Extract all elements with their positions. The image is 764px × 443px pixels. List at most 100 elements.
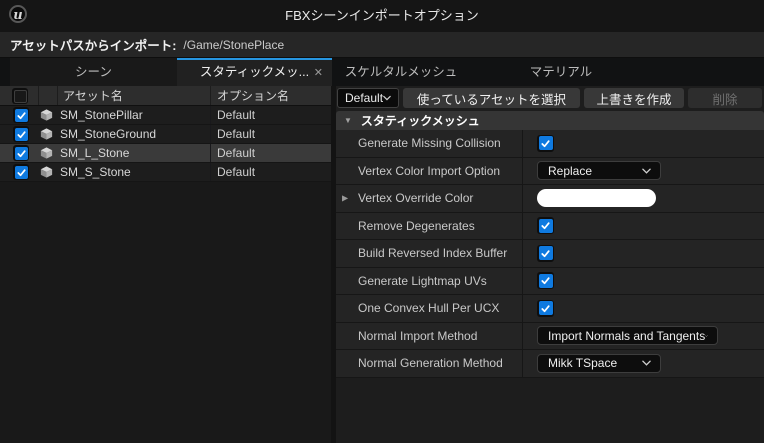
expand-arrow-icon[interactable]: ▶ (342, 194, 348, 203)
import-path-label: アセットパスからインポート: (10, 39, 177, 53)
asset-checkbox[interactable] (13, 145, 29, 161)
unreal-engine-logo-icon: u (9, 5, 27, 23)
options-profile-dropdown-value: Default (345, 91, 384, 105)
asset-name: SM_L_Stone (60, 146, 130, 160)
column-header-option-name[interactable]: オプション名 (217, 86, 289, 106)
property-label: Vertex Color Import Option (358, 163, 501, 178)
asset-option-name: Default (217, 108, 256, 122)
asset-table-body: SM_StonePillar Default SM_StoneGround Defau… (0, 106, 331, 182)
column-header-asset-name[interactable]: アセット名 (63, 86, 123, 106)
one-convex-hull-per-ucx-checkbox[interactable] (537, 299, 554, 317)
property-row-normal-import-method: Normal Import Method Import Normals and T… (336, 322, 764, 350)
property-label-cell: Generate Lightmap UVs (336, 267, 523, 294)
property-label: Normal Import Method (358, 328, 478, 343)
static-mesh-icon (39, 165, 54, 184)
property-row-vertex-color-import-option: Vertex Color Import Option Replace (336, 157, 764, 185)
header-divider (57, 86, 58, 105)
asset-row[interactable]: SM_S_Stone Default (0, 163, 331, 182)
property-label-cell: Generate Missing Collision (336, 130, 523, 157)
asset-row[interactable]: SM_StonePillar Default (0, 106, 331, 125)
property-label-cell: Normal Import Method (336, 322, 523, 349)
generate-missing-collision-checkbox[interactable] (537, 134, 554, 152)
asset-checkbox[interactable] (13, 126, 29, 142)
asset-row[interactable]: SM_L_Stone Default (0, 144, 331, 163)
asset-name: SM_StonePillar (60, 108, 143, 122)
asset-option-name: Default (217, 127, 256, 141)
property-row-build-reversed-index-buffer: Build Reversed Index Buffer (336, 240, 764, 268)
generate-lightmap-uvs-checkbox[interactable] (537, 272, 554, 290)
property-label: Vertex Override Color (358, 191, 474, 206)
asset-name: SM_StoneGround (60, 127, 157, 141)
tab-skeletal-meshes[interactable]: スケルタルメッシュ (336, 58, 466, 86)
one-convex-hull-per-ucx-checkbox-box (538, 301, 553, 316)
title-bar: u FBXシーンインポートオプション (0, 0, 764, 32)
normal-import-method-dropdown[interactable]: Import Normals and Tangents (537, 326, 718, 346)
asset-checkbox[interactable] (13, 164, 29, 180)
select-all-checkbox-box (13, 89, 27, 103)
create-override-button[interactable]: 上書きを作成 (584, 88, 684, 108)
property-label: Generate Lightmap UVs (358, 273, 487, 288)
property-row-remove-degenerates: Remove Degenerates (336, 212, 764, 240)
generate-missing-collision-checkbox-box (538, 136, 553, 151)
vertex-color-import-option-dropdown[interactable]: Replace (537, 161, 661, 181)
delete-button: 削除 (688, 88, 762, 108)
static-mesh-section-header[interactable]: ▼ スタティックメッシュ (336, 111, 764, 130)
property-value-cell (523, 268, 764, 295)
asset-row[interactable]: SM_StoneGround Default (0, 125, 331, 144)
asset-checkbox-box (14, 165, 28, 179)
header-divider (210, 86, 211, 105)
property-label-cell: Build Reversed Index Buffer (336, 240, 523, 267)
property-label: One Convex Hull Per UCX (358, 301, 500, 316)
import-path-bar: アセットパスからインポート: /Game/StonePlace (0, 32, 764, 58)
collapse-arrow-icon[interactable]: ▼ (344, 116, 352, 125)
property-row-one-convex-hull-per-ucx: One Convex Hull Per UCX (336, 295, 764, 323)
property-row-generate-missing-collision: Generate Missing Collision (336, 130, 764, 158)
asset-name: SM_S_Stone (60, 165, 131, 179)
header-divider (38, 86, 39, 105)
column-divider (210, 106, 211, 124)
asset-table-header: アセット名 オプション名 (0, 86, 331, 106)
section-title: スタティックメッシュ (360, 114, 480, 128)
remove-degenerates-checkbox-box (538, 218, 553, 233)
property-label-cell: ▶ Vertex Override Color (336, 185, 523, 212)
property-label: Normal Generation Method (358, 356, 503, 371)
chevron-down-icon (642, 360, 651, 367)
property-value-cell: Replace (523, 158, 764, 185)
build-reversed-index-buffer-checkbox[interactable] (537, 244, 554, 262)
property-row-generate-lightmap-uvs: Generate Lightmap UVs (336, 267, 764, 295)
property-label: Generate Missing Collision (358, 136, 501, 151)
remove-degenerates-checkbox[interactable] (537, 217, 554, 235)
property-row-normal-generation-method: Normal Generation Method Mikk TSpace (336, 350, 764, 378)
tab-static-meshes[interactable]: スタティックメッ... ✕ (177, 58, 332, 86)
window-title: FBXシーンインポートオプション (285, 8, 479, 23)
tab-scene[interactable]: シーン (10, 58, 177, 86)
property-value-cell: Mikk TSpace (523, 350, 764, 377)
property-list: Generate Missing Collision Vertex Color I… (336, 130, 764, 378)
details-toolbar: Default 使っているアセットを選択 上書きを作成 削除 (337, 88, 762, 108)
select-all-checkbox[interactable] (12, 88, 28, 104)
options-profile-dropdown[interactable]: Default (337, 88, 399, 108)
property-value-cell (523, 213, 764, 240)
asset-checkbox-box (14, 127, 28, 141)
vertex-override-color-color-swatch[interactable] (537, 189, 656, 208)
asset-table-panel: アセット名 オプション名 SM_StonePillar Default SM_Sto… (0, 86, 331, 443)
asset-checkbox-box (14, 108, 28, 122)
property-value-cell (523, 130, 764, 157)
close-tab-icon[interactable]: ✕ (314, 61, 323, 86)
property-label-cell: One Convex Hull Per UCX (336, 295, 523, 322)
property-value-cell (523, 295, 764, 322)
property-value-cell: Import Normals and Tangents (523, 323, 764, 350)
normal-generation-method-dropdown[interactable]: Mikk TSpace (537, 353, 661, 373)
asset-checkbox[interactable] (13, 107, 29, 123)
select-used-assets-button[interactable]: 使っているアセットを選択 (403, 88, 580, 108)
tab-materials[interactable]: マテリアル (466, 58, 656, 86)
normal-import-method-dropdown-value: Import Normals and Tangents (548, 328, 706, 343)
tab-bar: シーン スタティックメッ... ✕ スケルタルメッシュ マテリアル (0, 58, 764, 86)
column-divider (210, 144, 211, 162)
asset-option-name: Default (217, 146, 256, 160)
column-divider (210, 125, 211, 143)
property-row-vertex-override-color: ▶ Vertex Override Color (336, 185, 764, 213)
details-panel: Default 使っているアセットを選択 上書きを作成 削除 ▼ スタティックメ… (336, 86, 764, 443)
chevron-down-icon (383, 95, 391, 101)
property-label-cell: Remove Degenerates (336, 212, 523, 239)
